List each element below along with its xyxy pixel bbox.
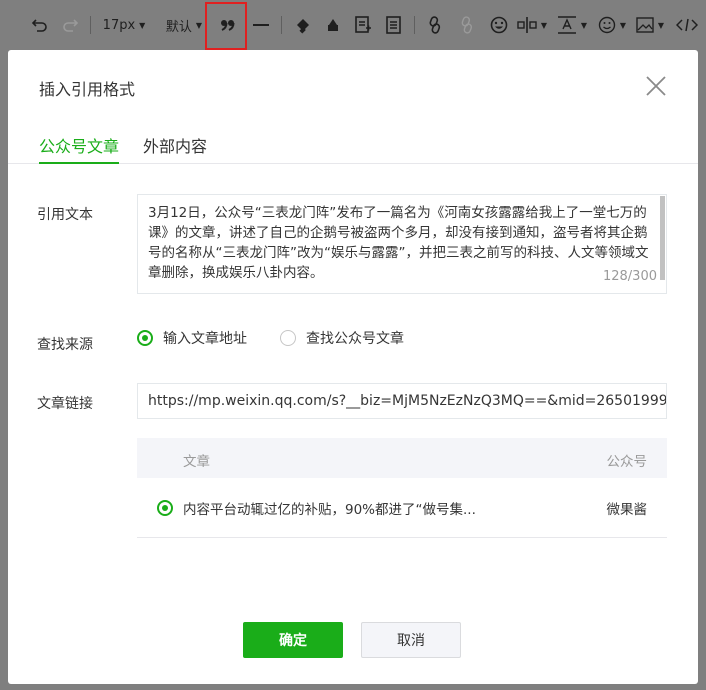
font-size-value: 17px (102, 17, 136, 33)
column-layout-icon[interactable]: ▼ (515, 10, 549, 40)
font-size-select[interactable]: 17px ▼ (99, 10, 149, 40)
close-icon[interactable] (644, 74, 668, 98)
document-icon[interactable] (380, 10, 406, 40)
article-link-label: 文章链接 (37, 396, 93, 412)
format-brush-icon[interactable] (290, 10, 316, 40)
tab-external-content[interactable]: 外部内容 (143, 133, 207, 157)
row-radio-button[interactable] (157, 500, 173, 516)
radio-search-account-article[interactable]: 查找公众号文章 (280, 328, 404, 348)
image-icon[interactable]: ▼ (633, 10, 667, 40)
active-tab-indicator (39, 162, 119, 164)
toolbar-divider (90, 16, 91, 34)
article-link-input[interactable]: https://mp.weixin.qq.com/s?__biz=MjM5NzE… (137, 383, 667, 419)
confirm-button[interactable]: 确定 (243, 622, 343, 658)
clear-format-icon[interactable] (320, 10, 346, 40)
chevron-down-icon: ▼ (139, 20, 146, 30)
chevron-down-icon: ▼ (619, 20, 627, 30)
link-icon[interactable] (423, 10, 447, 40)
quote-textarea-value: 3月12日，公众号“三表龙门阵”发布了一篇名为《河南女孩露露给我上了一堂七万的课… (148, 205, 649, 281)
redo-icon[interactable] (58, 10, 82, 40)
table-header: 文章 公众号 (137, 438, 667, 478)
dialog-title: 插入引用格式 (39, 80, 136, 99)
radio-label: 输入文章地址 (163, 331, 247, 347)
quote-text-label: 引用文本 (37, 207, 93, 223)
undo-icon[interactable] (28, 10, 52, 40)
editor-toolbar: 17px ▼ 默认 ▼ ▼ ▼ ▼ ▼ (0, 0, 706, 50)
article-title: 内容平台动辄过亿的补贴，90%都进了“做号集... (183, 502, 476, 518)
toolbar-divider (414, 16, 415, 34)
font-family-value: 默认 (165, 19, 192, 35)
radio-label: 查找公众号文章 (306, 331, 404, 347)
table-row[interactable]: 内容平台动辄过亿的补贴，90%都进了“做号集... 微果酱 (137, 478, 667, 538)
unlink-icon[interactable] (455, 10, 479, 40)
insert-template-icon[interactable] (350, 10, 376, 40)
emoji-icon[interactable] (487, 10, 511, 40)
quote-textarea[interactable]: 3月12日，公众号“三表龙门阵”发布了一篇名为《河南女孩露露给我上了一堂七万的课… (137, 194, 667, 294)
radio-button[interactable] (280, 330, 296, 346)
cancel-button[interactable]: 取消 (361, 622, 461, 658)
chevron-down-icon: ▼ (540, 20, 548, 30)
scrollbar[interactable] (660, 196, 665, 280)
toolbar-divider (281, 16, 282, 34)
horizontal-rule-icon[interactable] (249, 10, 273, 40)
quote-button-highlight (205, 2, 247, 50)
sticker-icon[interactable]: ▼ (595, 10, 629, 40)
tab-bar: 公众号文章 外部内容 (8, 130, 698, 164)
letter-spacing-icon[interactable]: ▼ (555, 10, 589, 40)
tab-official-account-article[interactable]: 公众号文章 (39, 133, 119, 157)
chevron-down-icon: ▼ (657, 20, 665, 30)
column-header-account: 公众号 (606, 454, 648, 470)
chevron-down-icon: ▼ (195, 20, 203, 30)
insert-quote-dialog: 插入引用格式 公众号文章 外部内容 引用文本 3月12日，公众号“三表龙门阵”发… (8, 50, 698, 684)
source-label: 查找来源 (37, 337, 93, 353)
chevron-down-icon: ▼ (580, 20, 588, 30)
article-table: 文章 公众号 内容平台动辄过亿的补贴，90%都进了“做号集... 微果酱 (137, 438, 667, 538)
radio-enter-url[interactable]: 输入文章地址 (137, 328, 247, 348)
code-icon[interactable] (673, 10, 701, 40)
article-account: 微果酱 (606, 502, 648, 518)
column-header-article: 文章 (183, 454, 210, 470)
font-family-select[interactable]: 默认 ▼ (161, 10, 207, 40)
radio-button[interactable] (137, 330, 153, 346)
char-counter: 128/300 (602, 269, 657, 284)
